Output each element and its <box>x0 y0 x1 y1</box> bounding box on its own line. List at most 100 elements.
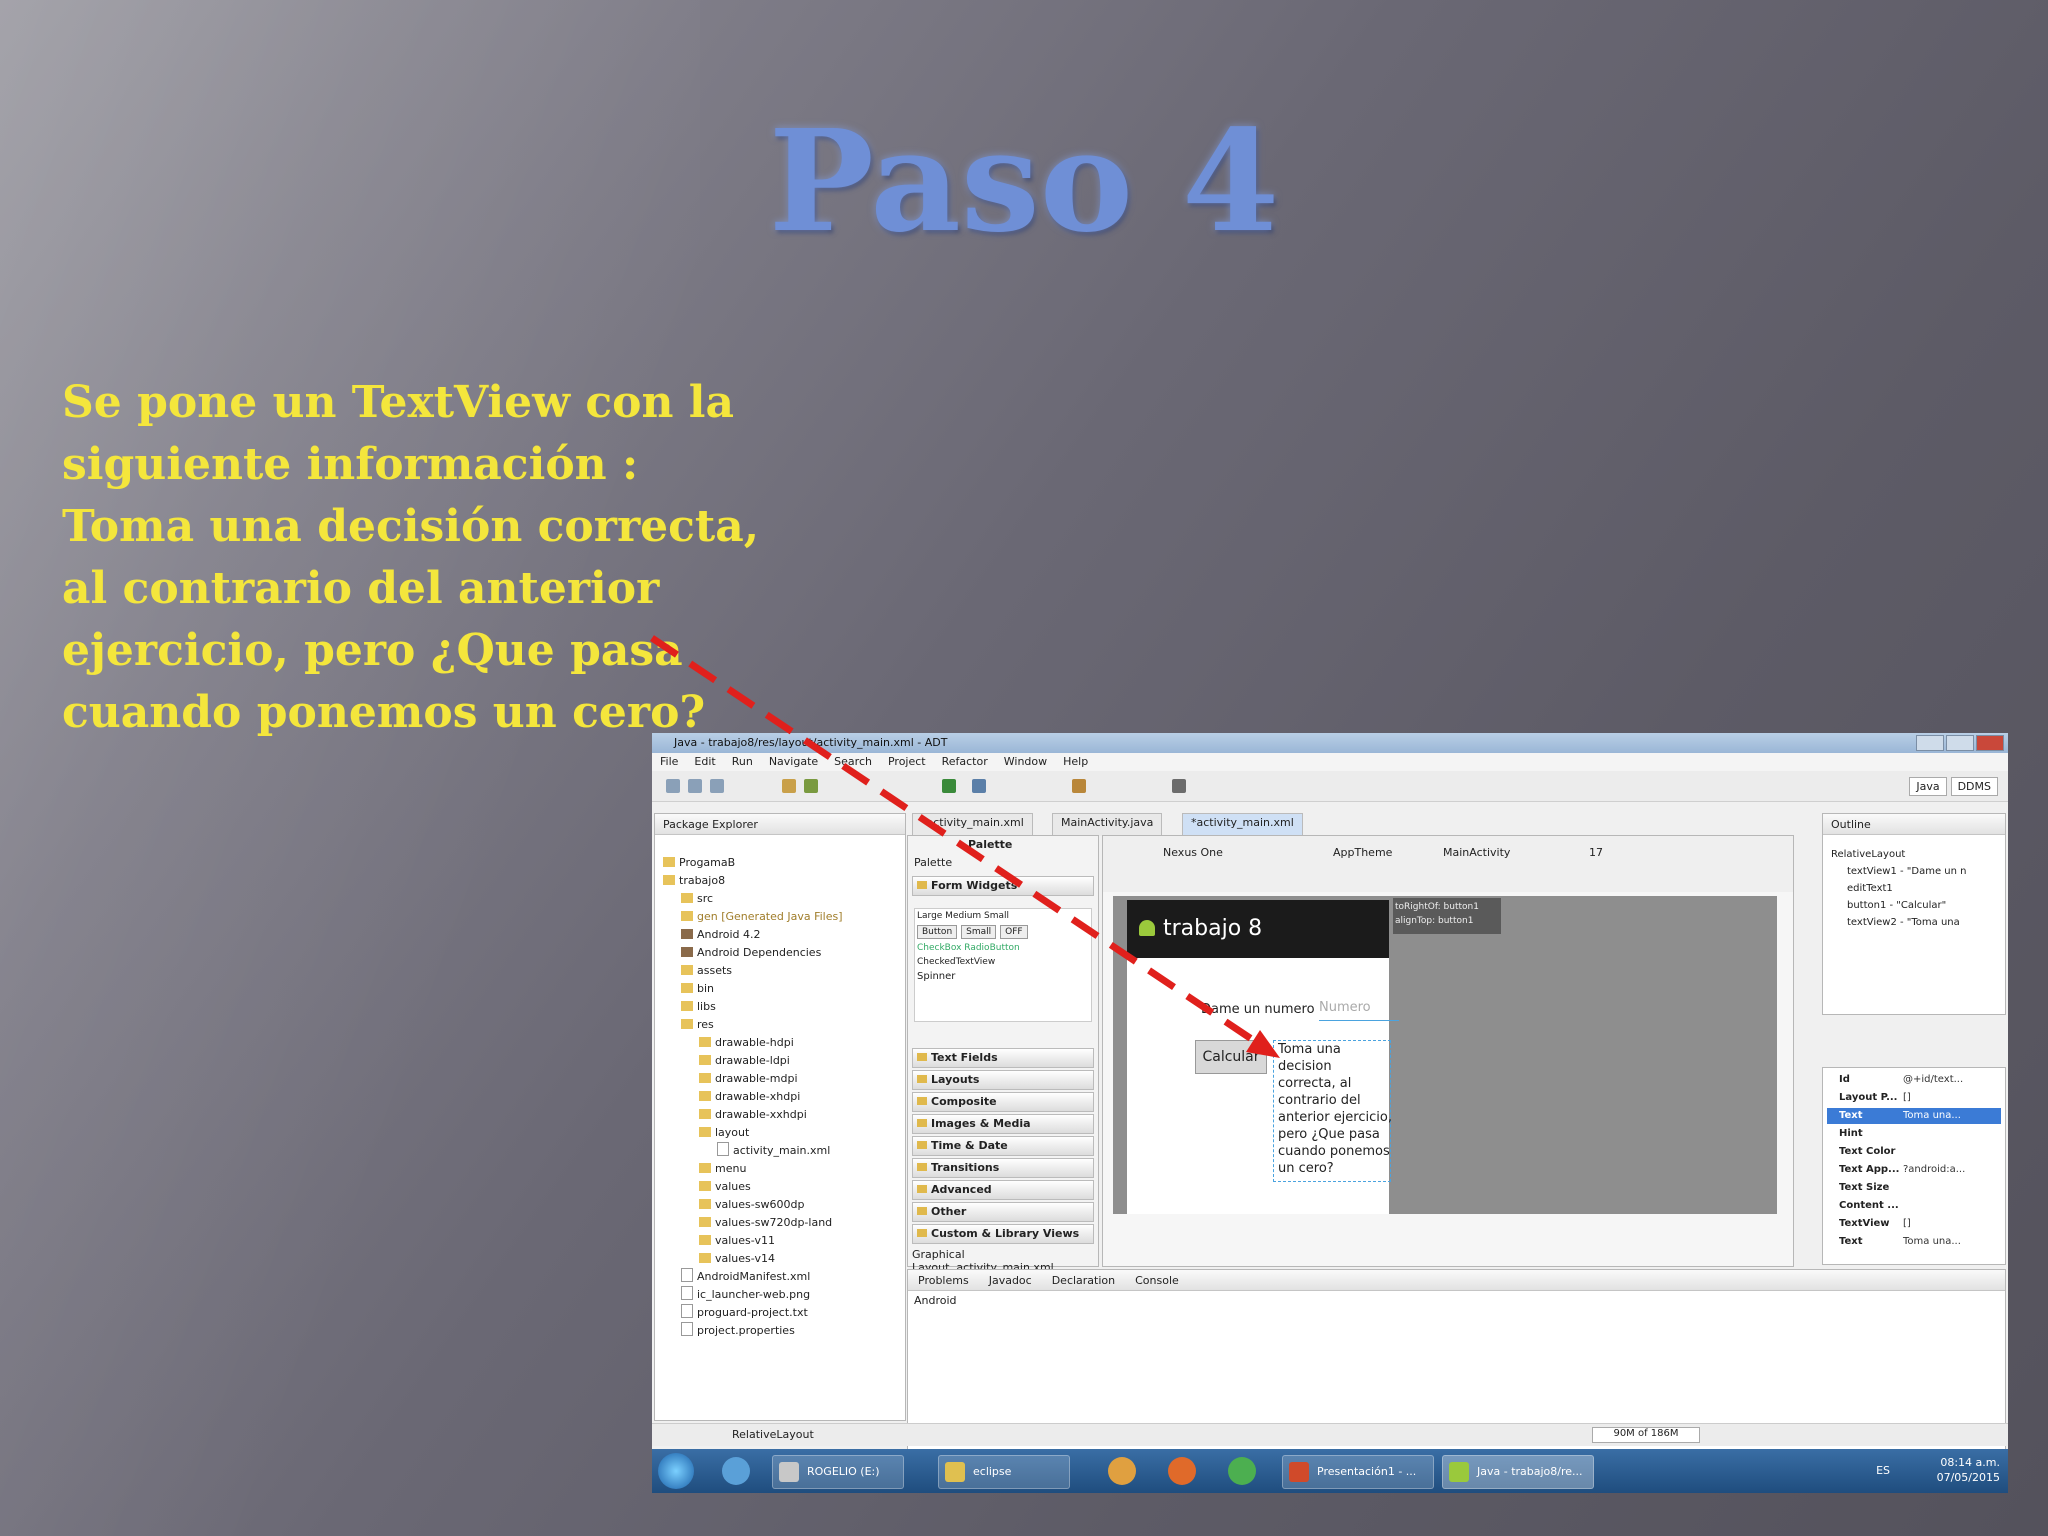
tree-item[interactable]: activity_main.xml <box>663 1142 843 1160</box>
number-input[interactable]: Numero <box>1319 1000 1399 1021</box>
tree-item[interactable]: drawable-mdpi <box>663 1070 843 1088</box>
property-row[interactable]: Text App... ?android:a... <box>1827 1162 2001 1178</box>
taskbar-item[interactable]: eclipse <box>938 1455 1070 1489</box>
tree-item[interactable]: drawable-xxhdpi <box>663 1106 843 1124</box>
property-row[interactable]: TextView[] <box>1827 1216 2001 1232</box>
menu-refactor[interactable]: Refactor <box>942 755 988 768</box>
close-button[interactable] <box>1976 735 2004 751</box>
property-row[interactable]: Text Size <box>1827 1180 2001 1196</box>
calcular-button[interactable]: Calcular <box>1195 1040 1267 1074</box>
palette-category[interactable]: Composite <box>912 1092 1094 1112</box>
outline-item[interactable]: textView2 - "Toma una <box>1831 914 1967 931</box>
outline-item[interactable]: textView1 - "Dame un n <box>1831 863 1967 880</box>
tree-item[interactable]: ic_launcher-web.png <box>663 1286 843 1304</box>
result-textview[interactable]: Toma una decision correcta, al contrario… <box>1273 1040 1392 1182</box>
new-icon[interactable] <box>666 779 680 793</box>
widget-checked-textview[interactable]: CheckedTextView <box>915 955 1091 969</box>
property-row[interactable]: Content ... <box>1827 1198 2001 1214</box>
language-indicator[interactable]: ES <box>1876 1463 1890 1478</box>
outline-item[interactable]: button1 - "Calcular" <box>1831 897 1967 914</box>
palette-form-widgets[interactable]: Form Widgets <box>912 876 1094 896</box>
avd-manager-icon[interactable] <box>804 779 818 793</box>
menu-project[interactable]: Project <box>888 755 926 768</box>
menu-search[interactable]: Search <box>834 755 872 768</box>
widget-checkbox-row[interactable]: CheckBox RadioButton <box>915 941 1091 955</box>
menu-window[interactable]: Window <box>1004 755 1047 768</box>
tree-item[interactable]: trabajo8 <box>663 872 843 890</box>
tree-item[interactable]: gen [Generated Java Files] <box>663 908 843 926</box>
widget-spinner[interactable]: Spinner <box>915 969 1091 984</box>
clock-time[interactable]: 08:14 a.m. <box>1937 1455 2000 1470</box>
palette-category[interactable]: Layouts <box>912 1070 1094 1090</box>
android-sdk-icon[interactable] <box>782 779 796 793</box>
tree-item[interactable]: assets <box>663 962 843 980</box>
palette-category[interactable]: Time & Date <box>912 1136 1094 1156</box>
menu-file[interactable]: File <box>660 755 678 768</box>
tree-item[interactable]: values-v14 <box>663 1250 843 1268</box>
palette-category[interactable]: Other <box>912 1202 1094 1222</box>
menu-help[interactable]: Help <box>1063 755 1088 768</box>
widget-small[interactable]: Small <box>961 925 997 939</box>
tab-declaration[interactable]: Declaration <box>1052 1274 1115 1287</box>
outline-tab[interactable]: Outline <box>1823 814 2005 835</box>
taskbar-item-active[interactable]: Java - trabajo8/re... <box>1442 1455 1594 1489</box>
tree-item[interactable]: layout <box>663 1124 843 1142</box>
menu-navigate[interactable]: Navigate <box>769 755 818 768</box>
tree-item[interactable]: values <box>663 1178 843 1196</box>
property-row[interactable]: Text Toma una... <box>1827 1234 2001 1250</box>
taskbar-item[interactable]: Presentación1 - ... <box>1282 1455 1434 1489</box>
palette-category[interactable]: Transitions <box>912 1158 1094 1178</box>
palette-category[interactable]: Images & Media <box>912 1114 1094 1134</box>
tree-item[interactable]: src <box>663 890 843 908</box>
tree-item[interactable]: project.properties <box>663 1322 843 1340</box>
tab-main-activity[interactable]: MainActivity.java <box>1052 813 1163 836</box>
property-row-selected[interactable]: Text Toma una... <box>1827 1108 2001 1124</box>
activity-selector[interactable]: MainActivity <box>1443 846 1510 859</box>
palette-category[interactable]: Advanced <box>912 1180 1094 1200</box>
debug-icon[interactable] <box>972 779 986 793</box>
tab-activity-main-1[interactable]: *activity_main.xml <box>912 813 1033 836</box>
tree-item[interactable]: ProgamaB <box>663 854 843 872</box>
palette-category[interactable]: Custom & Library Views <box>912 1224 1094 1244</box>
tree-item[interactable]: values-sw600dp <box>663 1196 843 1214</box>
tree-item[interactable]: res <box>663 1016 843 1034</box>
minimize-button[interactable] <box>1916 735 1944 751</box>
palette-section[interactable]: Palette <box>914 856 952 869</box>
tab-javadoc[interactable]: Javadoc <box>989 1274 1032 1287</box>
chrome-icon[interactable] <box>1228 1457 1256 1485</box>
menu-run[interactable]: Run <box>732 755 753 768</box>
property-row[interactable]: Layout P...[] <box>1827 1090 2001 1106</box>
save-icon[interactable] <box>688 779 702 793</box>
package-explorer-tab[interactable]: Package Explorer <box>655 814 905 835</box>
perspective-ddms[interactable]: DDMS <box>1950 777 1998 796</box>
tab-console[interactable]: Console <box>1135 1274 1179 1287</box>
outline-item[interactable]: editText1 <box>1831 880 1967 897</box>
tree-item[interactable]: drawable-ldpi <box>663 1052 843 1070</box>
property-row[interactable]: Id @+id/text... <box>1827 1072 2001 1088</box>
number-label[interactable]: Dame un numero <box>1201 1002 1315 1017</box>
tree-item[interactable]: values-sw720dp-land <box>663 1214 843 1232</box>
theme-selector[interactable]: AppTheme <box>1333 846 1392 859</box>
open-type-icon[interactable] <box>1072 779 1086 793</box>
tree-item[interactable]: proguard-project.txt <box>663 1304 843 1322</box>
start-button[interactable] <box>658 1453 694 1489</box>
widget-button[interactable]: Button <box>917 925 958 939</box>
clock-date[interactable]: 07/05/2015 <box>1937 1470 2000 1485</box>
tab-activity-main-2[interactable]: *activity_main.xml <box>1182 813 1303 836</box>
tree-item[interactable]: Android Dependencies <box>663 944 843 962</box>
widget-sizes[interactable]: Large Medium Small <box>915 909 1091 923</box>
device-selector[interactable]: Nexus One <box>1163 846 1223 859</box>
maximize-button[interactable] <box>1946 735 1974 751</box>
outline-item[interactable]: RelativeLayout <box>1831 846 1967 863</box>
ie-icon[interactable] <box>722 1457 750 1485</box>
taskbar-item[interactable]: ROGELIO (E:) <box>772 1455 904 1489</box>
tree-item[interactable]: libs <box>663 998 843 1016</box>
perspective-java[interactable]: Java <box>1909 777 1947 796</box>
tree-item[interactable]: drawable-xhdpi <box>663 1088 843 1106</box>
tree-item[interactable]: Android 4.2 <box>663 926 843 944</box>
tree-item[interactable]: AndroidManifest.xml <box>663 1268 843 1286</box>
tree-item[interactable]: drawable-hdpi <box>663 1034 843 1052</box>
search-icon[interactable] <box>1172 779 1186 793</box>
menu-edit[interactable]: Edit <box>694 755 715 768</box>
tree-item[interactable]: bin <box>663 980 843 998</box>
